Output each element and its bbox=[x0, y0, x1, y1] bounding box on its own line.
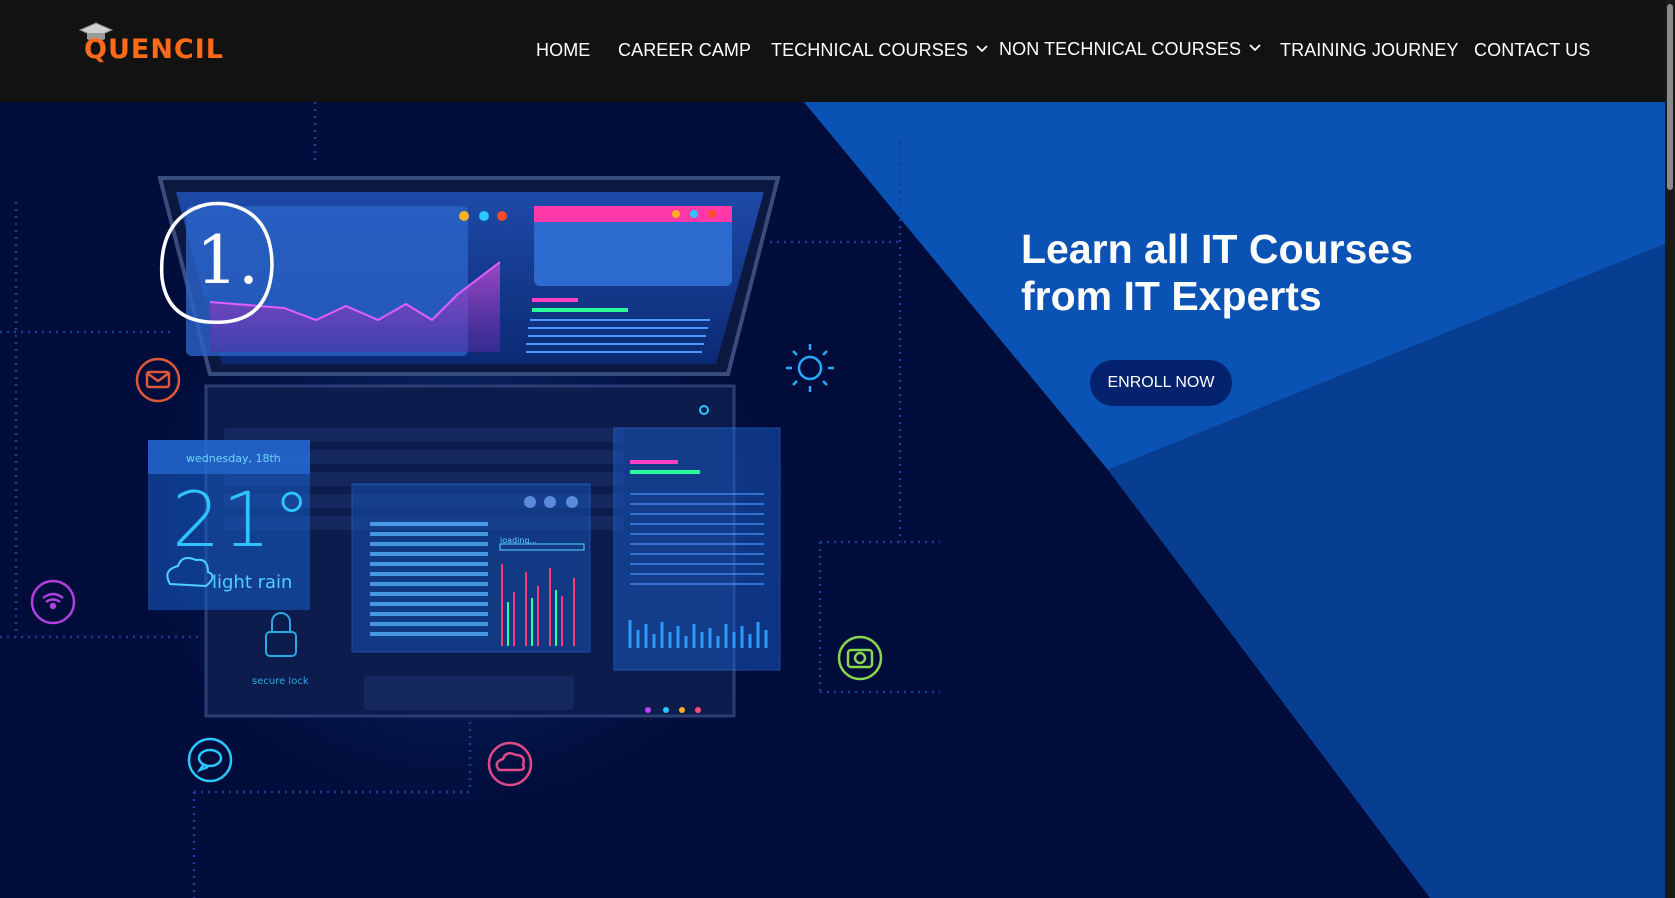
page-scrollbar[interactable] bbox=[1665, 0, 1675, 898]
secure-lock-label: secure lock bbox=[252, 676, 309, 687]
hero-headline: Learn all IT Courses from IT Experts bbox=[1021, 226, 1481, 320]
scrollbar-thumb[interactable] bbox=[1667, 4, 1673, 190]
weather-date: wednesday, 18th bbox=[186, 452, 281, 465]
nav-contact-us[interactable]: CONTACT US bbox=[1474, 40, 1590, 61]
nav-technical-courses[interactable]: TECHNICAL COURSES bbox=[771, 40, 988, 61]
nav-technical-courses-label: TECHNICAL COURSES bbox=[771, 40, 969, 60]
annotation-number: 1. bbox=[196, 222, 259, 299]
camera-icon bbox=[837, 635, 883, 681]
loading-label: loading... bbox=[500, 536, 538, 545]
nav-training-journey[interactable]: TRAINING JOURNEY bbox=[1280, 40, 1459, 61]
wifi-icon bbox=[30, 579, 76, 625]
chevron-down-icon bbox=[976, 45, 988, 53]
main-navigation: HOME CAREER CAMP TECHNICAL COURSES NON T… bbox=[0, 39, 1675, 64]
nav-non-technical-courses[interactable]: NON TECHNICAL COURSES bbox=[999, 39, 1261, 60]
nav-career-camp[interactable]: CAREER CAMP bbox=[618, 40, 751, 61]
chevron-down-icon bbox=[1249, 44, 1261, 52]
weather-description: light rain bbox=[212, 572, 293, 593]
nav-home[interactable]: HOME bbox=[536, 40, 590, 61]
hero-headline-line2: from IT Experts bbox=[1021, 273, 1322, 319]
weather-temperature: 21° bbox=[172, 475, 313, 564]
nav-non-technical-courses-label: NON TECHNICAL COURSES bbox=[999, 39, 1242, 59]
hero-headline-line1: Learn all IT Courses bbox=[1021, 226, 1413, 272]
top-navbar: QUENCIL HOME CAREER CAMP TECHNICAL COURS… bbox=[0, 0, 1675, 102]
hero-section: wednesday, 18th 21° light rain secure lo… bbox=[0, 102, 1675, 898]
laptop-illustration bbox=[30, 176, 883, 862]
enroll-now-button[interactable]: ENROLL NOW bbox=[1090, 360, 1232, 406]
